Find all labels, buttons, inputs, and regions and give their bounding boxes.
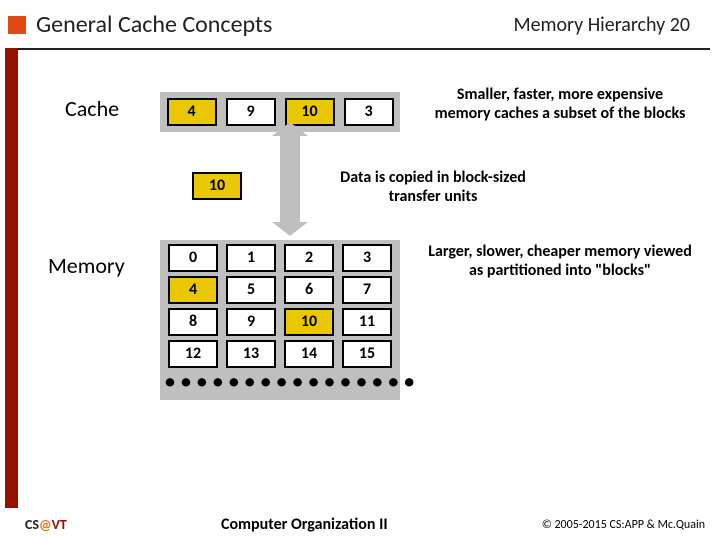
arrow-body xyxy=(280,134,300,224)
school-cs: CS xyxy=(25,516,39,533)
memory-grid: 0 1 2 3 4 5 6 7 8 9 10 11 12 13 14 15 ••… xyxy=(160,240,400,400)
accent-square xyxy=(8,16,26,34)
memory-row: 0 1 2 3 xyxy=(164,244,396,272)
memory-cell: 7 xyxy=(342,276,392,304)
school-at: @ xyxy=(39,516,52,533)
memory-cell: 6 xyxy=(284,276,334,304)
memory-cell: 13 xyxy=(226,340,276,368)
chapter-name: Memory Hierarchy xyxy=(513,13,665,37)
memory-cell: 10 xyxy=(284,308,334,336)
ellipsis-dots: •••••••••••••••• xyxy=(164,372,396,396)
memory-caption: Larger, slower, cheaper memory viewed as… xyxy=(425,242,695,280)
memory-cell: 5 xyxy=(226,276,276,304)
memory-cell: 2 xyxy=(284,244,334,272)
memory-cell: 15 xyxy=(342,340,392,368)
cache-label: Cache xyxy=(65,95,119,122)
chapter-label: Memory Hierarchy 20 xyxy=(513,13,690,37)
header-row: General Cache Concepts Memory Hierarchy … xyxy=(0,10,720,39)
memory-cell: 12 xyxy=(168,340,218,368)
memory-cell: 9 xyxy=(226,308,276,336)
memory-cell: 1 xyxy=(226,244,276,272)
cache-cell: 4 xyxy=(167,98,217,126)
memory-cell: 0 xyxy=(168,244,218,272)
arrow-down-icon xyxy=(272,222,308,236)
transfer-caption: Data is copied in block-sized transfer u… xyxy=(318,168,548,206)
memory-cell: 11 xyxy=(342,308,392,336)
arrow-up-icon xyxy=(272,122,308,136)
transfer-arrow xyxy=(280,134,300,224)
left-stripe xyxy=(5,48,18,508)
cache-cell: 9 xyxy=(226,98,276,126)
memory-label: Memory xyxy=(48,252,125,279)
school-logo: CS@VT xyxy=(25,516,67,533)
transfer-block: 10 xyxy=(192,172,242,200)
page-title: General Cache Concepts xyxy=(36,10,513,39)
memory-cell: 8 xyxy=(168,308,218,336)
memory-cell: 3 xyxy=(342,244,392,272)
memory-row: 8 9 10 11 xyxy=(164,308,396,336)
course-title: Computer Organization II xyxy=(67,515,542,534)
header-divider xyxy=(10,48,710,50)
memory-row: 4 5 6 7 xyxy=(164,276,396,304)
memory-row: 12 13 14 15 xyxy=(164,340,396,368)
copyright: © 2005-2015 CS:APP & Mc.Quain xyxy=(542,518,705,532)
school-vt: VT xyxy=(52,516,67,533)
cache-caption: Smaller, faster, more expensive memory c… xyxy=(430,85,690,123)
footer: CS@VT Computer Organization II © 2005-20… xyxy=(0,515,720,534)
slide-number: 20 xyxy=(670,13,690,37)
memory-cell: 14 xyxy=(284,340,334,368)
memory-cell: 4 xyxy=(168,276,218,304)
cache-cell: 3 xyxy=(344,98,394,126)
